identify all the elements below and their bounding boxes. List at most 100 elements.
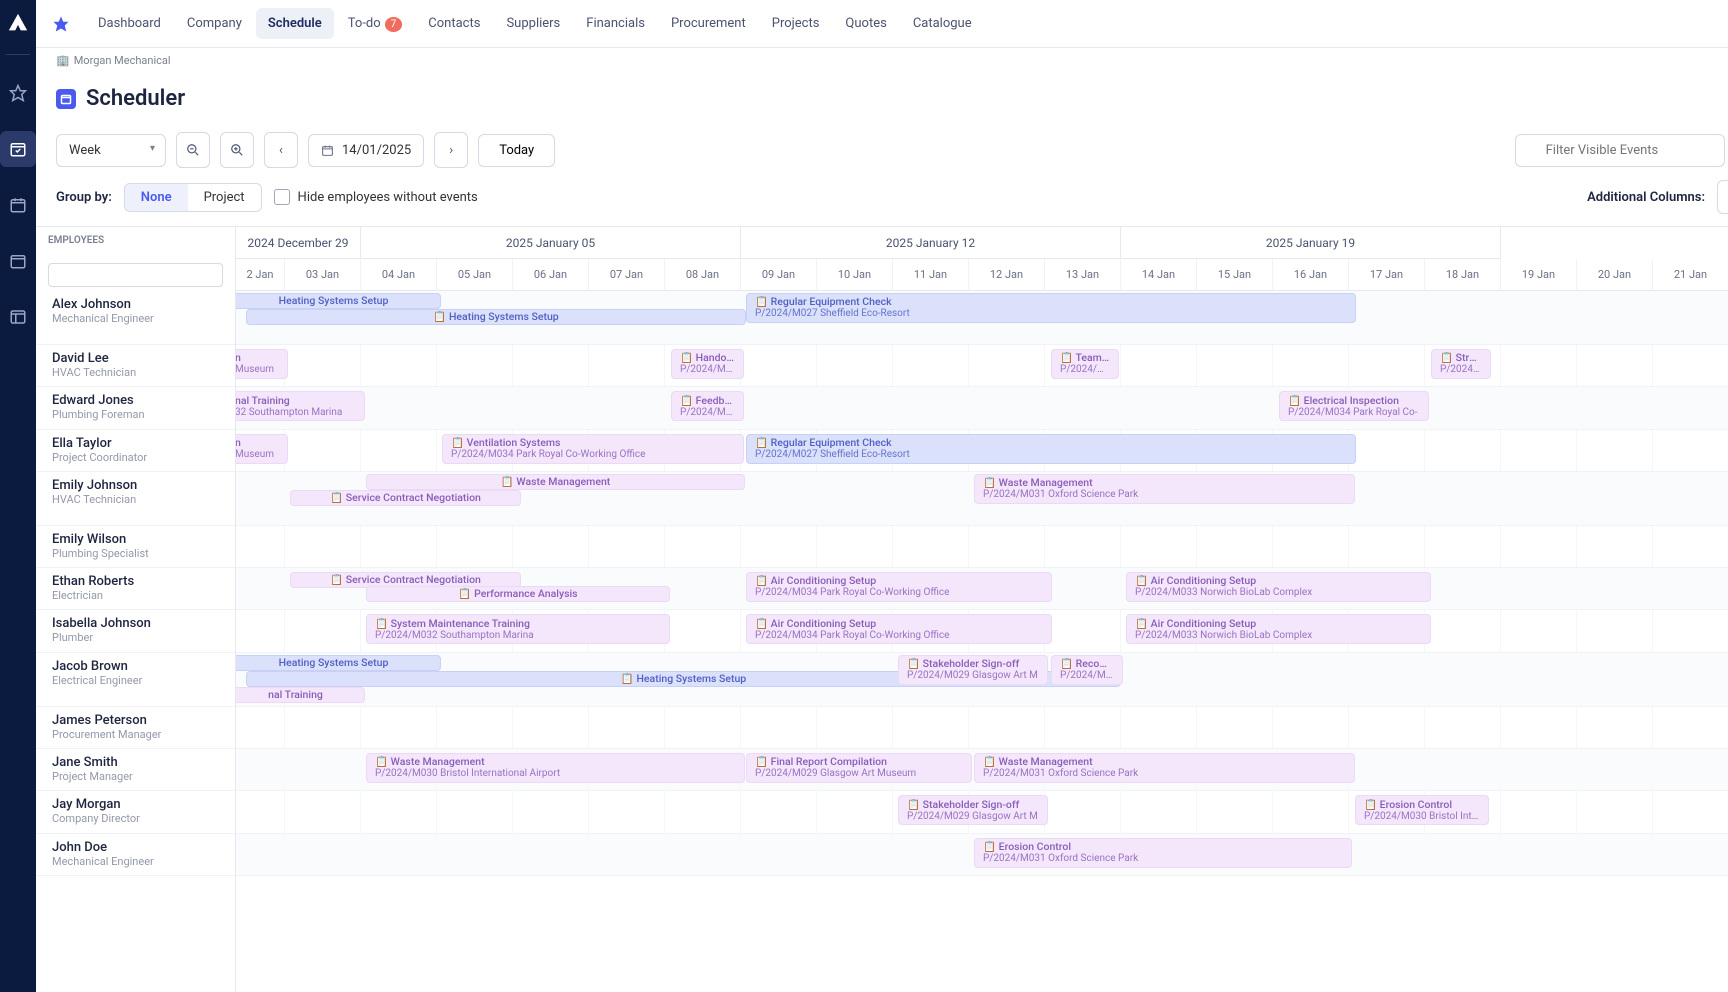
schedule-event[interactable]: 📋 StructuP/2024/N [1431, 349, 1491, 379]
employee-row[interactable]: Edward JonesPlumbing Foreman [36, 387, 235, 429]
schedule-event[interactable]: 📋 RecommerP/2024/M02 [1051, 655, 1123, 685]
schedule-event[interactable]: 📋 FeedbackP/2024/M02 [671, 391, 744, 421]
schedule-event[interactable]: 📋 Stakeholder Sign-offP/2024/M029 Glasgo… [898, 655, 1048, 685]
nav-tab-to-do[interactable]: To-do7 [336, 8, 415, 39]
day-header: 05 Jan [437, 259, 513, 291]
timeline-row: 📋 Stakeholder Sign-offP/2024/M029 Glasgo… [236, 791, 1728, 833]
timeline-row: Heating Systems Setup📋 Heating Systems S… [236, 291, 1728, 345]
schedule-event[interactable]: Heating Systems Setup [236, 293, 441, 309]
schedule-event[interactable]: 📋 Air Conditioning SetupP/2024/M034 Park… [746, 614, 1052, 644]
schedule-event[interactable]: nMuseum [236, 349, 288, 379]
group-project[interactable]: Project [188, 184, 261, 211]
employee-role: Project Manager [52, 770, 219, 783]
schedule-event[interactable]: 📋 Heating Systems Setup [246, 309, 746, 325]
prev-button[interactable]: ‹ [264, 132, 298, 168]
schedule-event[interactable]: 📋 Regular Equipment CheckP/2024/M027 She… [746, 293, 1356, 323]
nav-tab-projects[interactable]: Projects [760, 8, 832, 39]
schedule-event[interactable]: nMuseum [236, 434, 288, 464]
page-title: Scheduler [86, 86, 185, 111]
employee-name: Emily Johnson [52, 478, 219, 493]
week-header: 2025 January 05 [361, 227, 741, 259]
schedule-event[interactable]: 📋 Waste ManagementP/2024/M030 Bristol In… [366, 753, 745, 783]
employee-role: Electrical Engineer [52, 674, 219, 687]
schedule-event[interactable]: 📋 Regular Equipment CheckP/2024/M027 She… [746, 434, 1356, 464]
schedule-event[interactable]: 📋 Waste ManagementP/2024/M031 Oxford Sci… [974, 474, 1355, 504]
employee-row[interactable]: Isabella JohnsonPlumber [36, 610, 235, 652]
today-button[interactable]: Today [478, 134, 555, 167]
nav-tab-dashboard[interactable]: Dashboard [86, 8, 173, 39]
group-none[interactable]: None [125, 184, 188, 211]
nav-tab-procurement[interactable]: Procurement [659, 8, 758, 39]
app-logo[interactable] [7, 12, 29, 34]
employee-row[interactable]: Alex JohnsonMechanical Engineer [36, 291, 235, 345]
rail-calendar-icon[interactable] [0, 187, 36, 223]
schedule-event[interactable]: 📋 HandoverP/2024/M03 [671, 349, 744, 379]
employee-row[interactable]: James PetersonProcurement Manager [36, 707, 235, 749]
nav-tab-catalogue[interactable]: Catalogue [901, 8, 984, 39]
schedule-event[interactable]: 📋 Erosion ControlP/2024/M031 Oxford Scie… [974, 838, 1352, 868]
employee-row[interactable]: Jacob BrownElectrical Engineer [36, 653, 235, 707]
subbar: Group by: None Project Hide employees wi… [36, 180, 1728, 226]
schedule-event[interactable]: 📋 Air Conditioning SetupP/2024/M033 Norw… [1126, 572, 1431, 602]
employee-role: HVAC Technician [52, 493, 219, 506]
filter-events-input[interactable] [1515, 134, 1725, 167]
top-nav: DashboardCompanyScheduleTo-do7ContactsSu… [36, 0, 1728, 48]
schedule-event[interactable]: 📋 Service Contract Negotiation [290, 490, 521, 506]
employee-row[interactable]: David LeeHVAC Technician [36, 345, 235, 387]
rail-window-icon[interactable] [0, 299, 36, 335]
schedule-event[interactable]: 📋 Final Report CompilationP/2024/M029 Gl… [746, 753, 972, 783]
schedule-event[interactable]: 📋 Waste ManagementP/2024/M031 Oxford Sci… [974, 753, 1355, 783]
timeline-row: 📋 Waste Management📋 Service Contract Neg… [236, 472, 1728, 526]
employee-row[interactable]: Ethan RobertsElectrician [36, 568, 235, 610]
schedule-event[interactable]: 📋 Ventilation SystemsP/2024/M034 Park Ro… [442, 434, 744, 464]
employee-row[interactable]: Emily WilsonPlumbing Specialist [36, 526, 235, 568]
schedule-event[interactable]: 📋 Air Conditioning SetupP/2024/M033 Norw… [1126, 614, 1431, 644]
employee-name: Jacob Brown [52, 659, 219, 674]
day-header: 17 Jan [1349, 259, 1425, 291]
date-input[interactable]: 14/01/2025 [308, 134, 424, 167]
employee-row[interactable]: Jane SmithProject Manager [36, 749, 235, 791]
breadcrumb-text: Morgan Mechanical [74, 54, 171, 67]
timeline-row: nMuseum 📋 Ventilation SystemsP/2024/M034 … [236, 430, 1728, 472]
nav-tab-schedule[interactable]: Schedule [256, 8, 334, 39]
rail-schedule-icon[interactable] [0, 131, 36, 167]
schedule-event[interactable]: 📋 Electrical InspectionP/2024/M034 Park … [1279, 391, 1429, 421]
week-header: 2024 December 29 [236, 227, 361, 259]
timeline-row: 📋 System Maintenance TrainingP/2024/M032… [236, 610, 1728, 652]
nav-tab-company[interactable]: Company [175, 8, 254, 39]
rail-calendar2-icon[interactable] [0, 243, 36, 279]
star-icon[interactable] [52, 15, 70, 33]
schedule-event[interactable]: 📋 Team AppP/2024/M02 [1051, 349, 1119, 379]
day-header: 15 Jan [1197, 259, 1273, 291]
additional-columns-select[interactable] [1717, 180, 1728, 214]
nav-tab-quotes[interactable]: Quotes [833, 8, 898, 39]
schedule-event[interactable]: nal Training [236, 687, 365, 703]
schedule-event[interactable]: nal Training32 Southampton Marina [236, 391, 365, 421]
nav-tab-financials[interactable]: Financials [574, 8, 657, 39]
schedule-event[interactable]: 📋 Air Conditioning SetupP/2024/M034 Park… [746, 572, 1052, 602]
schedule-event[interactable]: 📋 Performance Analysis [366, 586, 670, 602]
day-header: 03 Jan [285, 259, 361, 291]
breadcrumb[interactable]: 🏢 Morgan Mechanical [36, 48, 1728, 73]
nav-tab-suppliers[interactable]: Suppliers [494, 8, 572, 39]
view-select[interactable]: Week [56, 134, 166, 167]
calendar-icon [56, 89, 76, 109]
employee-row[interactable]: Emily JohnsonHVAC Technician [36, 472, 235, 526]
schedule-event[interactable]: 📋 Erosion ControlP/2024/M030 Bristol Int… [1355, 795, 1489, 825]
schedule-event[interactable]: Heating Systems Setup [236, 655, 441, 671]
day-header: 11 Jan [893, 259, 969, 291]
schedule-event[interactable]: 📋 Stakeholder Sign-offP/2024/M029 Glasgo… [898, 795, 1048, 825]
employee-search-input[interactable] [48, 263, 223, 287]
rail-favorites-icon[interactable] [0, 75, 36, 111]
employee-row[interactable]: Jay MorganCompany Director [36, 791, 235, 833]
employee-row[interactable]: John DoeMechanical Engineer [36, 834, 235, 876]
hide-empty-checkbox[interactable]: Hide employees without events [274, 189, 478, 205]
nav-tab-contacts[interactable]: Contacts [416, 8, 492, 39]
next-button[interactable]: › [434, 132, 468, 168]
schedule-event[interactable]: 📋 System Maintenance TrainingP/2024/M032… [366, 614, 670, 644]
zoom-out-button[interactable] [176, 132, 210, 168]
employee-role: Plumbing Specialist [52, 547, 219, 560]
zoom-in-button[interactable] [220, 132, 254, 168]
schedule-event[interactable]: 📋 Waste Management [366, 474, 745, 490]
employee-row[interactable]: Ella TaylorProject Coordinator [36, 430, 235, 472]
